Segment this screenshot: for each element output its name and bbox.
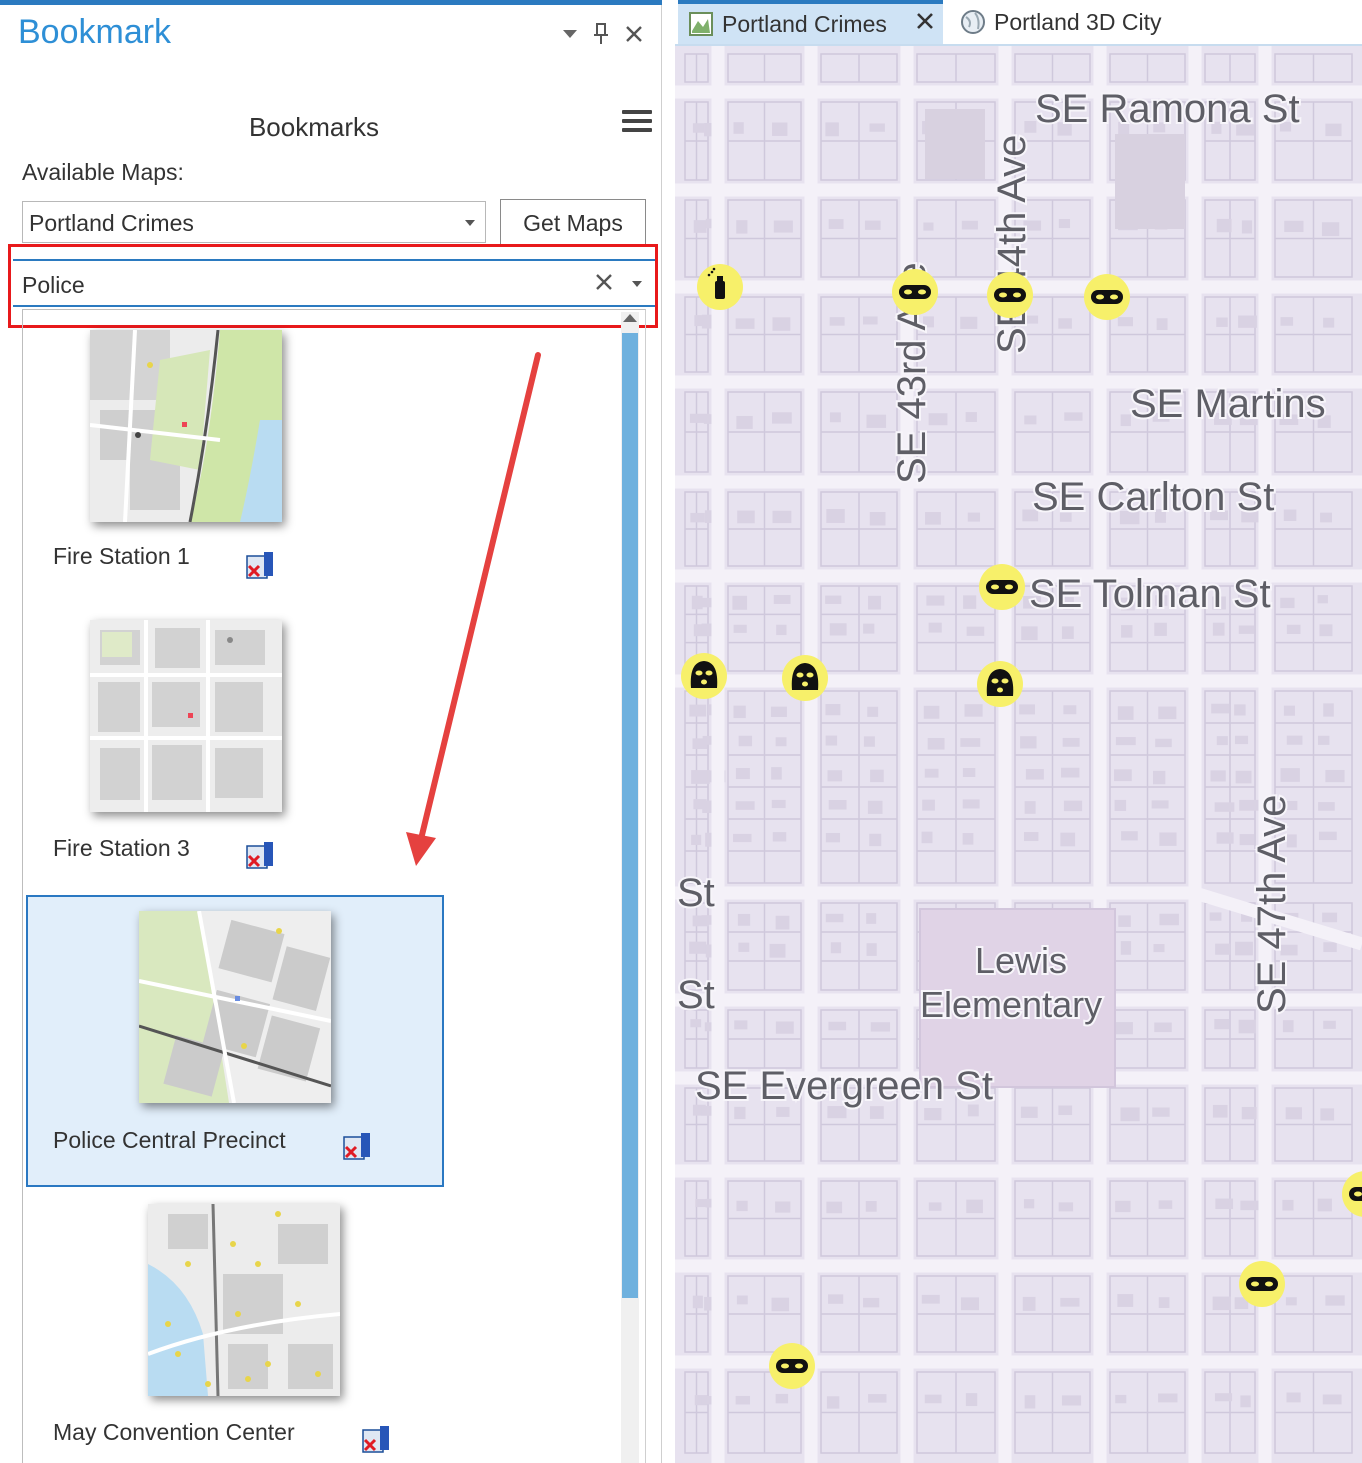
map-label: SE 47th Ave [1250,795,1294,1014]
bookmark-thumbnail [139,911,331,1103]
tab-label: Portland Crimes [722,10,887,37]
balaclava-icon[interactable] [977,661,1023,707]
spray-can-icon[interactable] [697,264,743,310]
get-maps-button[interactable]: Get Maps [500,199,646,245]
map-document-icon [689,12,713,36]
bookmark-type-icon [343,1133,370,1160]
map-canvas[interactable]: SE Ramona St SE 44th Ave SE 43rd Ave SE … [675,44,1362,1463]
bookmark-item-fire-station-3[interactable]: Fire Station 3 [26,608,446,880]
bookmark-pane: Bookmark Bookmarks Available Maps: Portl… [0,0,662,1463]
pane-accent-line [0,0,662,5]
bookmark-thumbnail [90,620,282,812]
bookmark-name: Fire Station 3 [53,835,190,861]
map-label: SE Carlton St [1032,475,1274,519]
pin-icon[interactable] [588,20,614,48]
burglar-mask-icon[interactable] [1239,1261,1285,1307]
map-label: SE Tolman St [1029,572,1271,616]
bookmark-item-fire-station-1[interactable]: Fire Station 1 [26,318,446,590]
tab-label: Portland 3D City [994,8,1162,35]
map-label: Lewis [975,940,1067,981]
map-label: St [677,973,715,1017]
bookmark-type-icon [246,552,273,579]
burglar-mask-icon[interactable] [1084,274,1130,320]
scroll-up-arrow-icon[interactable] [623,314,637,322]
map-select-dropdown[interactable]: Portland Crimes [22,201,486,243]
map-select-value: Portland Crimes [29,210,194,236]
scrollbar-thumb[interactable] [622,333,638,1298]
bookmark-name: Fire Station 1 [53,543,190,569]
tab-portland-3d-city[interactable]: Portland 3D City [956,0,1256,44]
map-label: SE 44th Ave [990,135,1034,354]
bookmark-thumbnail [148,1204,340,1396]
balaclava-icon[interactable] [681,653,727,699]
bookmark-name: May Convention Center [53,1419,295,1445]
burglar-mask-icon[interactable] [892,269,938,315]
close-tab-icon[interactable] [914,10,936,32]
map-label: SE Evergreen St [695,1064,993,1108]
globe-scene-icon [961,10,985,34]
bookmark-type-icon [246,842,273,869]
map-label: St [677,871,715,915]
bookmark-item-may-convention-center[interactable]: May Convention Center [26,1192,446,1463]
map-label: Elementary [920,984,1102,1025]
bookmark-type-icon [362,1426,389,1453]
burglar-mask-icon[interactable] [987,272,1033,318]
available-maps-label: Available Maps: [22,159,184,185]
bookmark-name: Police Central Precinct [53,1127,286,1153]
bookmark-item-police-central-precinct[interactable]: Police Central Precinct [26,895,444,1187]
map-label: SE Ramona St [1035,87,1300,131]
close-pane-icon[interactable] [621,20,647,48]
bookmark-thumbnail [90,330,282,522]
balaclava-icon[interactable] [782,655,828,701]
tab-portland-crimes[interactable]: Portland Crimes [678,0,943,44]
pane-title: Bookmark [18,13,172,51]
burglar-mask-icon[interactable] [769,1343,815,1389]
pane-options-dropdown-icon[interactable] [557,20,583,48]
burglar-mask-icon[interactable] [979,564,1025,610]
panel-heading: Bookmarks [248,112,380,142]
map-label: SE Martins [1130,382,1326,426]
chevron-down-icon [465,220,475,226]
hamburger-menu-icon[interactable] [622,110,652,140]
